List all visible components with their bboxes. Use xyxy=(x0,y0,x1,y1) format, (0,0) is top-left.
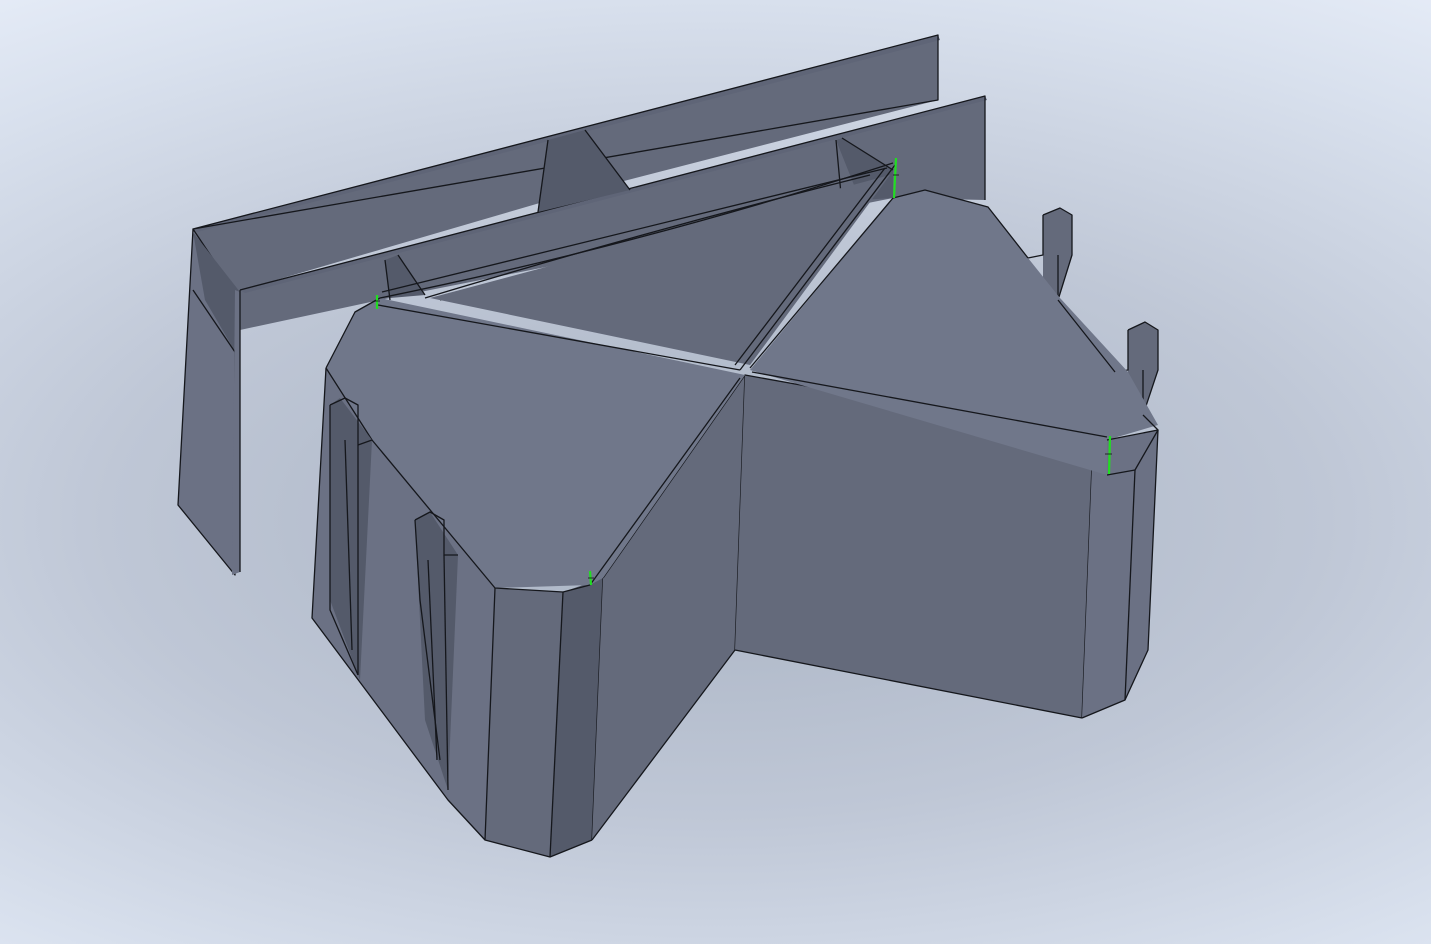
cad-part-model[interactable] xyxy=(0,0,1431,944)
graphics-viewport[interactable] xyxy=(0,0,1431,944)
right-end-faces[interactable] xyxy=(1081,429,1159,719)
front-nose-faces[interactable] xyxy=(484,577,604,858)
